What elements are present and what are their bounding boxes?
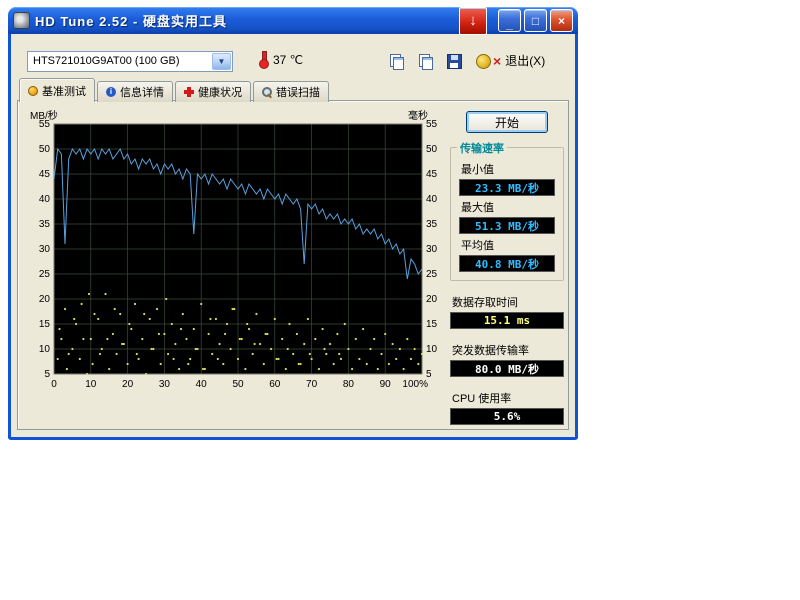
save-icon	[447, 54, 462, 69]
svg-text:40: 40	[39, 194, 51, 205]
temperature-indicator: 37 ℃	[259, 51, 303, 69]
access-time-label: 数据存取时间	[452, 294, 564, 310]
chevron-down-icon[interactable]: ▼	[212, 53, 231, 70]
start-button[interactable]: 开始	[466, 111, 548, 133]
svg-text:10: 10	[85, 379, 97, 390]
transfer-rate-group: 传输速率 最小值 23.3 MB/秒 最大值 51.3 MB/秒 平均值 40.…	[450, 147, 564, 281]
svg-text:45: 45	[426, 169, 438, 180]
access-time-section: 数据存取时间 15.1 ms	[450, 294, 564, 329]
svg-text:5: 5	[44, 369, 50, 380]
results-column: 开始 传输速率 最小值 23.3 MB/秒 最大值 51.3 MB/秒 平均值 …	[450, 109, 564, 425]
drive-select[interactable]: HTS721010G9AT00 (100 GB) ▼	[27, 51, 233, 72]
svg-text:15: 15	[426, 319, 438, 330]
svg-text:30: 30	[159, 379, 171, 390]
maximize-icon: □	[532, 14, 539, 28]
copy-text-icon	[390, 54, 403, 68]
left-axis-label: MB/秒	[30, 107, 58, 120]
toolbar-icons	[385, 50, 495, 72]
tab-error-scan-label: 错误扫描	[276, 84, 320, 100]
svg-text:45: 45	[39, 169, 51, 180]
close-button[interactable]: ×	[550, 9, 573, 32]
tab-health-label: 健康状况	[198, 84, 242, 100]
info-icon: i	[106, 87, 116, 97]
svg-text:50: 50	[232, 379, 244, 390]
title-bar[interactable]: HD Tune 2.52 - 硬盘实用工具 ↓ _ □ ×	[8, 7, 578, 34]
avg-label: 平均值	[461, 237, 555, 253]
window-title: HD Tune 2.52 - 硬盘实用工具	[35, 11, 459, 30]
tab-info-label: 信息详情	[120, 84, 164, 100]
app-icon[interactable]	[13, 12, 30, 29]
svg-text:80: 80	[343, 379, 355, 390]
close-icon: ×	[558, 14, 565, 28]
benchmark-chart: 5510101515202025253030353540404545505055…	[26, 120, 454, 392]
tab-strip: 基准测试 i 信息详情 健康状况 错误扫描	[19, 78, 331, 102]
svg-text:25: 25	[426, 269, 438, 280]
svg-text:0: 0	[51, 379, 57, 390]
minimize-button[interactable]: _	[498, 9, 521, 32]
svg-text:35: 35	[39, 219, 51, 230]
svg-text:100%: 100%	[402, 379, 428, 390]
svg-text:35: 35	[426, 219, 438, 230]
copy-text-button[interactable]	[385, 50, 408, 72]
temperature-value: 37 ℃	[273, 53, 303, 67]
svg-text:30: 30	[426, 244, 438, 255]
min-label: 最小值	[461, 161, 555, 177]
svg-text:70: 70	[306, 379, 318, 390]
drive-select-value: HTS721010G9AT00 (100 GB)	[33, 55, 180, 67]
svg-text:10: 10	[426, 344, 438, 355]
tab-benchmark-label: 基准测试	[42, 83, 86, 99]
exit-label: 退出(X)	[505, 52, 545, 69]
burst-rate-label: 突发数据传输率	[452, 342, 564, 358]
copy-screenshot-button[interactable]	[414, 50, 437, 72]
red-arrow-button[interactable]: ↓	[459, 7, 487, 35]
max-label: 最大值	[461, 199, 555, 215]
tab-benchmark[interactable]: 基准测试	[19, 78, 95, 102]
svg-text:20: 20	[426, 294, 438, 305]
tab-info[interactable]: i 信息详情	[97, 81, 173, 102]
svg-text:55: 55	[426, 120, 438, 130]
cpu-usage-value: 5.6%	[450, 408, 564, 425]
svg-text:30: 30	[39, 244, 51, 255]
svg-text:20: 20	[122, 379, 134, 390]
svg-text:50: 50	[426, 144, 438, 155]
svg-text:20: 20	[39, 294, 51, 305]
minimize-icon: _	[506, 17, 513, 31]
svg-text:55: 55	[39, 120, 51, 130]
transfer-rate-caption: 传输速率	[457, 140, 507, 156]
access-time-value: 15.1 ms	[450, 312, 564, 329]
down-arrow-icon: ↓	[469, 12, 477, 29]
burst-rate-value: 80.0 MB/秒	[450, 360, 564, 377]
app-window: HD Tune 2.52 - 硬盘实用工具 ↓ _ □ × HTS721010G…	[8, 8, 578, 440]
svg-text:40: 40	[426, 194, 438, 205]
svg-text:15: 15	[39, 319, 51, 330]
svg-text:90: 90	[380, 379, 392, 390]
window-body: HTS721010G9AT00 (100 GB) ▼ 37 ℃ × 退出(X) …	[11, 34, 575, 437]
exit-button[interactable]: × 退出(X)	[489, 50, 549, 71]
svg-text:40: 40	[196, 379, 208, 390]
health-cross-icon	[184, 87, 194, 97]
max-value: 51.3 MB/秒	[459, 217, 555, 234]
svg-text:10: 10	[39, 344, 51, 355]
save-screenshot-button[interactable]	[443, 50, 466, 72]
burst-rate-section: 突发数据传输率 80.0 MB/秒	[450, 342, 564, 377]
right-axis-label: 毫秒	[408, 107, 428, 120]
benchmark-icon	[28, 86, 38, 96]
maximize-button[interactable]: □	[524, 9, 547, 32]
cpu-usage-section: CPU 使用率 5.6%	[450, 390, 564, 425]
cpu-usage-label: CPU 使用率	[452, 390, 564, 406]
benchmark-panel: MB/秒 毫秒 55 10 10 15 15 20 20 25 25 30 30 35 35 40 40 45…	[17, 100, 569, 430]
svg-text:60: 60	[269, 379, 281, 390]
exit-x-icon: ×	[493, 55, 501, 67]
min-value: 23.3 MB/秒	[459, 179, 555, 196]
avg-value: 40.8 MB/秒	[459, 255, 555, 272]
chart-block: MB/秒 毫秒 55 10 10 15 15 20 20 25 25 30 30 35 35 40 40 45…	[26, 107, 454, 397]
tab-health[interactable]: 健康状况	[175, 81, 251, 102]
tab-error-scan[interactable]: 错误扫描	[253, 81, 329, 102]
svg-text:25: 25	[39, 269, 51, 280]
svg-text:50: 50	[39, 144, 51, 155]
thermometer-icon	[259, 51, 268, 69]
magnifier-icon	[262, 87, 272, 97]
copy-screenshot-icon	[419, 54, 432, 68]
